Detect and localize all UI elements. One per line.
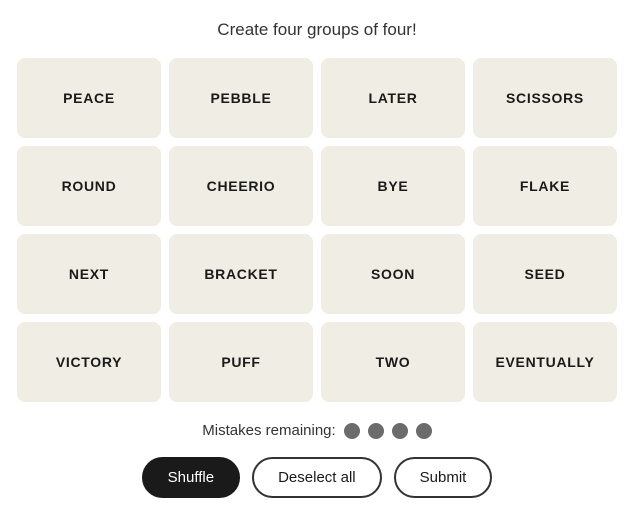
shuffle-button[interactable]: Shuffle <box>142 457 240 498</box>
word-tile[interactable]: SCISSORS <box>473 58 617 138</box>
mistakes-row: Mistakes remaining: <box>202 422 431 439</box>
word-grid: PEACEPEBBLELATERSCISSORS ROUNDCHEERIOBYEF… <box>17 58 617 402</box>
word-tile[interactable]: BYE <box>321 146 465 226</box>
word-tile[interactable]: CHEERIO <box>169 146 313 226</box>
mistake-dot-1 <box>344 423 360 439</box>
deselect-button[interactable]: Deselect all <box>252 457 382 498</box>
word-tile[interactable]: SOON <box>321 234 465 314</box>
mistake-dot-3 <box>392 423 408 439</box>
word-tile[interactable]: PUFF <box>169 322 313 402</box>
word-tile[interactable]: LATER <box>321 58 465 138</box>
word-tile[interactable]: VICTORY <box>17 322 161 402</box>
word-tile[interactable]: PEACE <box>17 58 161 138</box>
main-container: Create four groups of four! PEACEPEBBLEL… <box>17 0 617 518</box>
mistake-dot-4 <box>416 423 432 439</box>
word-tile[interactable]: SEED <box>473 234 617 314</box>
word-tile[interactable]: TWO <box>321 322 465 402</box>
word-tile[interactable]: EVENTUALLY <box>473 322 617 402</box>
instruction-text: Create four groups of four! <box>217 20 416 40</box>
mistake-dot-2 <box>368 423 384 439</box>
word-tile[interactable]: FLAKE <box>473 146 617 226</box>
word-tile[interactable]: NEXT <box>17 234 161 314</box>
word-tile[interactable]: BRACKET <box>169 234 313 314</box>
action-buttons: Shuffle Deselect all Submit <box>142 457 493 498</box>
word-tile[interactable]: PEBBLE <box>169 58 313 138</box>
word-tile[interactable]: ROUND <box>17 146 161 226</box>
submit-button[interactable]: Submit <box>394 457 493 498</box>
mistakes-label: Mistakes remaining: <box>202 422 335 439</box>
